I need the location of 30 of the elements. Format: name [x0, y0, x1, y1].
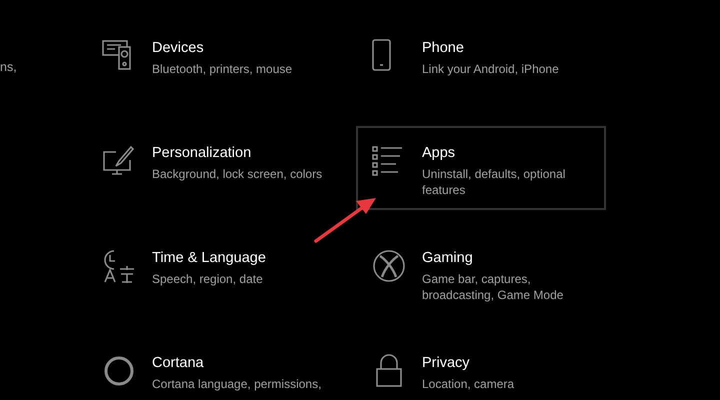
category-description: Cortana language, permissions,	[152, 376, 322, 392]
category-description: ns,	[0, 60, 17, 74]
category-description: Speech, region, date	[152, 271, 264, 287]
category-title: Devices	[152, 39, 205, 57]
category-tile[interactable]: Gaming Game bar, captures, broadcasting, Game Mode	[356, 231, 606, 315]
phone-icon	[372, 39, 391, 71]
category-tile[interactable]: Cortana Cortana language, permissions,	[86, 336, 336, 400]
clock-language-icon	[102, 249, 136, 283]
category-title: Cortana	[152, 354, 205, 372]
category-description: Link your Android, iPhone	[422, 61, 559, 77]
category-title: Apps	[422, 144, 456, 162]
xbox-icon	[372, 249, 406, 283]
category-tile[interactable]: Apps Uninstall, defaults, optional features	[356, 126, 606, 210]
monitor-brush-icon	[102, 144, 136, 178]
category-description: Game bar, captures, broadcasting, Game Mode	[422, 271, 564, 303]
circle-icon	[102, 354, 136, 388]
category-description: Uninstall, defaults, optional features	[422, 166, 566, 198]
category-description: Background, lock screen, colors	[152, 166, 322, 182]
category-description: Location, camera	[422, 376, 514, 392]
category-tile[interactable]: Phone Link your Android, iPhone	[356, 21, 606, 105]
category-title: Gaming	[422, 249, 474, 267]
category-title: Personalization	[152, 144, 252, 162]
category-tile[interactable]: Privacy Location, camera	[356, 336, 606, 400]
category-title: Privacy	[422, 354, 471, 372]
category-tile[interactable]: Devices Bluetooth, printers, mouse	[86, 21, 336, 105]
category-title: Phone	[422, 39, 465, 57]
category-title: Time & Language	[152, 249, 266, 267]
category-tile[interactable]: Personalization Background, lock screen, colors	[86, 126, 336, 210]
category-description: Bluetooth, printers, mouse	[152, 61, 292, 77]
category-tile[interactable]: Time & Language Speech, region, date	[86, 231, 336, 315]
